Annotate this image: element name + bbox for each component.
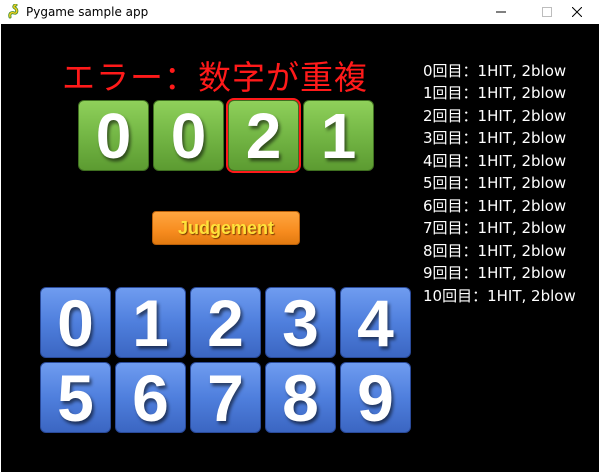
history-item: 10回目：1HIT, 2blow <box>423 287 576 305</box>
keypad-digit-0[interactable]: 0 <box>40 286 111 360</box>
minimize-button[interactable] <box>478 0 524 24</box>
guess-slot-4[interactable]: 1 <box>303 100 374 172</box>
history-item: 9回目：1HIT, 2blow <box>423 264 567 282</box>
keypad-digit-5[interactable]: 5 <box>40 361 111 435</box>
judgement-button[interactable]: Judgement <box>152 211 300 245</box>
history-item: 1回目：1HIT, 2blow <box>423 84 567 102</box>
pygame-snake-icon <box>7 3 21 19</box>
title-bar[interactable]: Pygame sample app <box>0 0 600 24</box>
history-item: 2回目：1HIT, 2blow <box>423 107 567 125</box>
error-message: エラー：数字が重複 <box>62 58 368 97</box>
close-button[interactable] <box>554 0 600 24</box>
guess-slot-3[interactable]: 2 <box>226 98 301 173</box>
app-window: Pygame sample app エラー：数字が重複 0 0 2 1 Judg… <box>0 0 600 473</box>
game-canvas[interactable]: エラー：数字が重複 0 0 2 1 Judgement 0 1 2 3 4 5 … <box>1 24 599 472</box>
keypad-digit-4[interactable]: 4 <box>340 286 411 360</box>
history-item: 4回目：1HIT, 2blow <box>423 152 567 170</box>
history-item: 8回目：1HIT, 2blow <box>423 242 567 260</box>
history-item: 3回目：1HIT, 2blow <box>423 129 567 147</box>
keypad-digit-2[interactable]: 2 <box>190 286 261 360</box>
keypad-digit-7[interactable]: 7 <box>190 361 261 435</box>
window-title: Pygame sample app <box>26 5 149 19</box>
keypad-digit-8[interactable]: 8 <box>265 361 336 435</box>
history-item: 0回目：1HIT, 2blow <box>423 62 567 80</box>
keypad-digit-3[interactable]: 3 <box>265 286 336 360</box>
guess-slot-1[interactable]: 0 <box>78 100 149 172</box>
keypad-digit-9[interactable]: 9 <box>340 361 411 435</box>
keypad-digit-6[interactable]: 6 <box>115 361 186 435</box>
history-item: 6回目：1HIT, 2blow <box>423 197 567 215</box>
keypad-digit-1[interactable]: 1 <box>115 286 186 360</box>
history-item: 5回目：1HIT, 2blow <box>423 174 567 192</box>
guess-slot-2[interactable]: 0 <box>153 100 224 172</box>
history-item: 7回目：1HIT, 2blow <box>423 219 567 237</box>
